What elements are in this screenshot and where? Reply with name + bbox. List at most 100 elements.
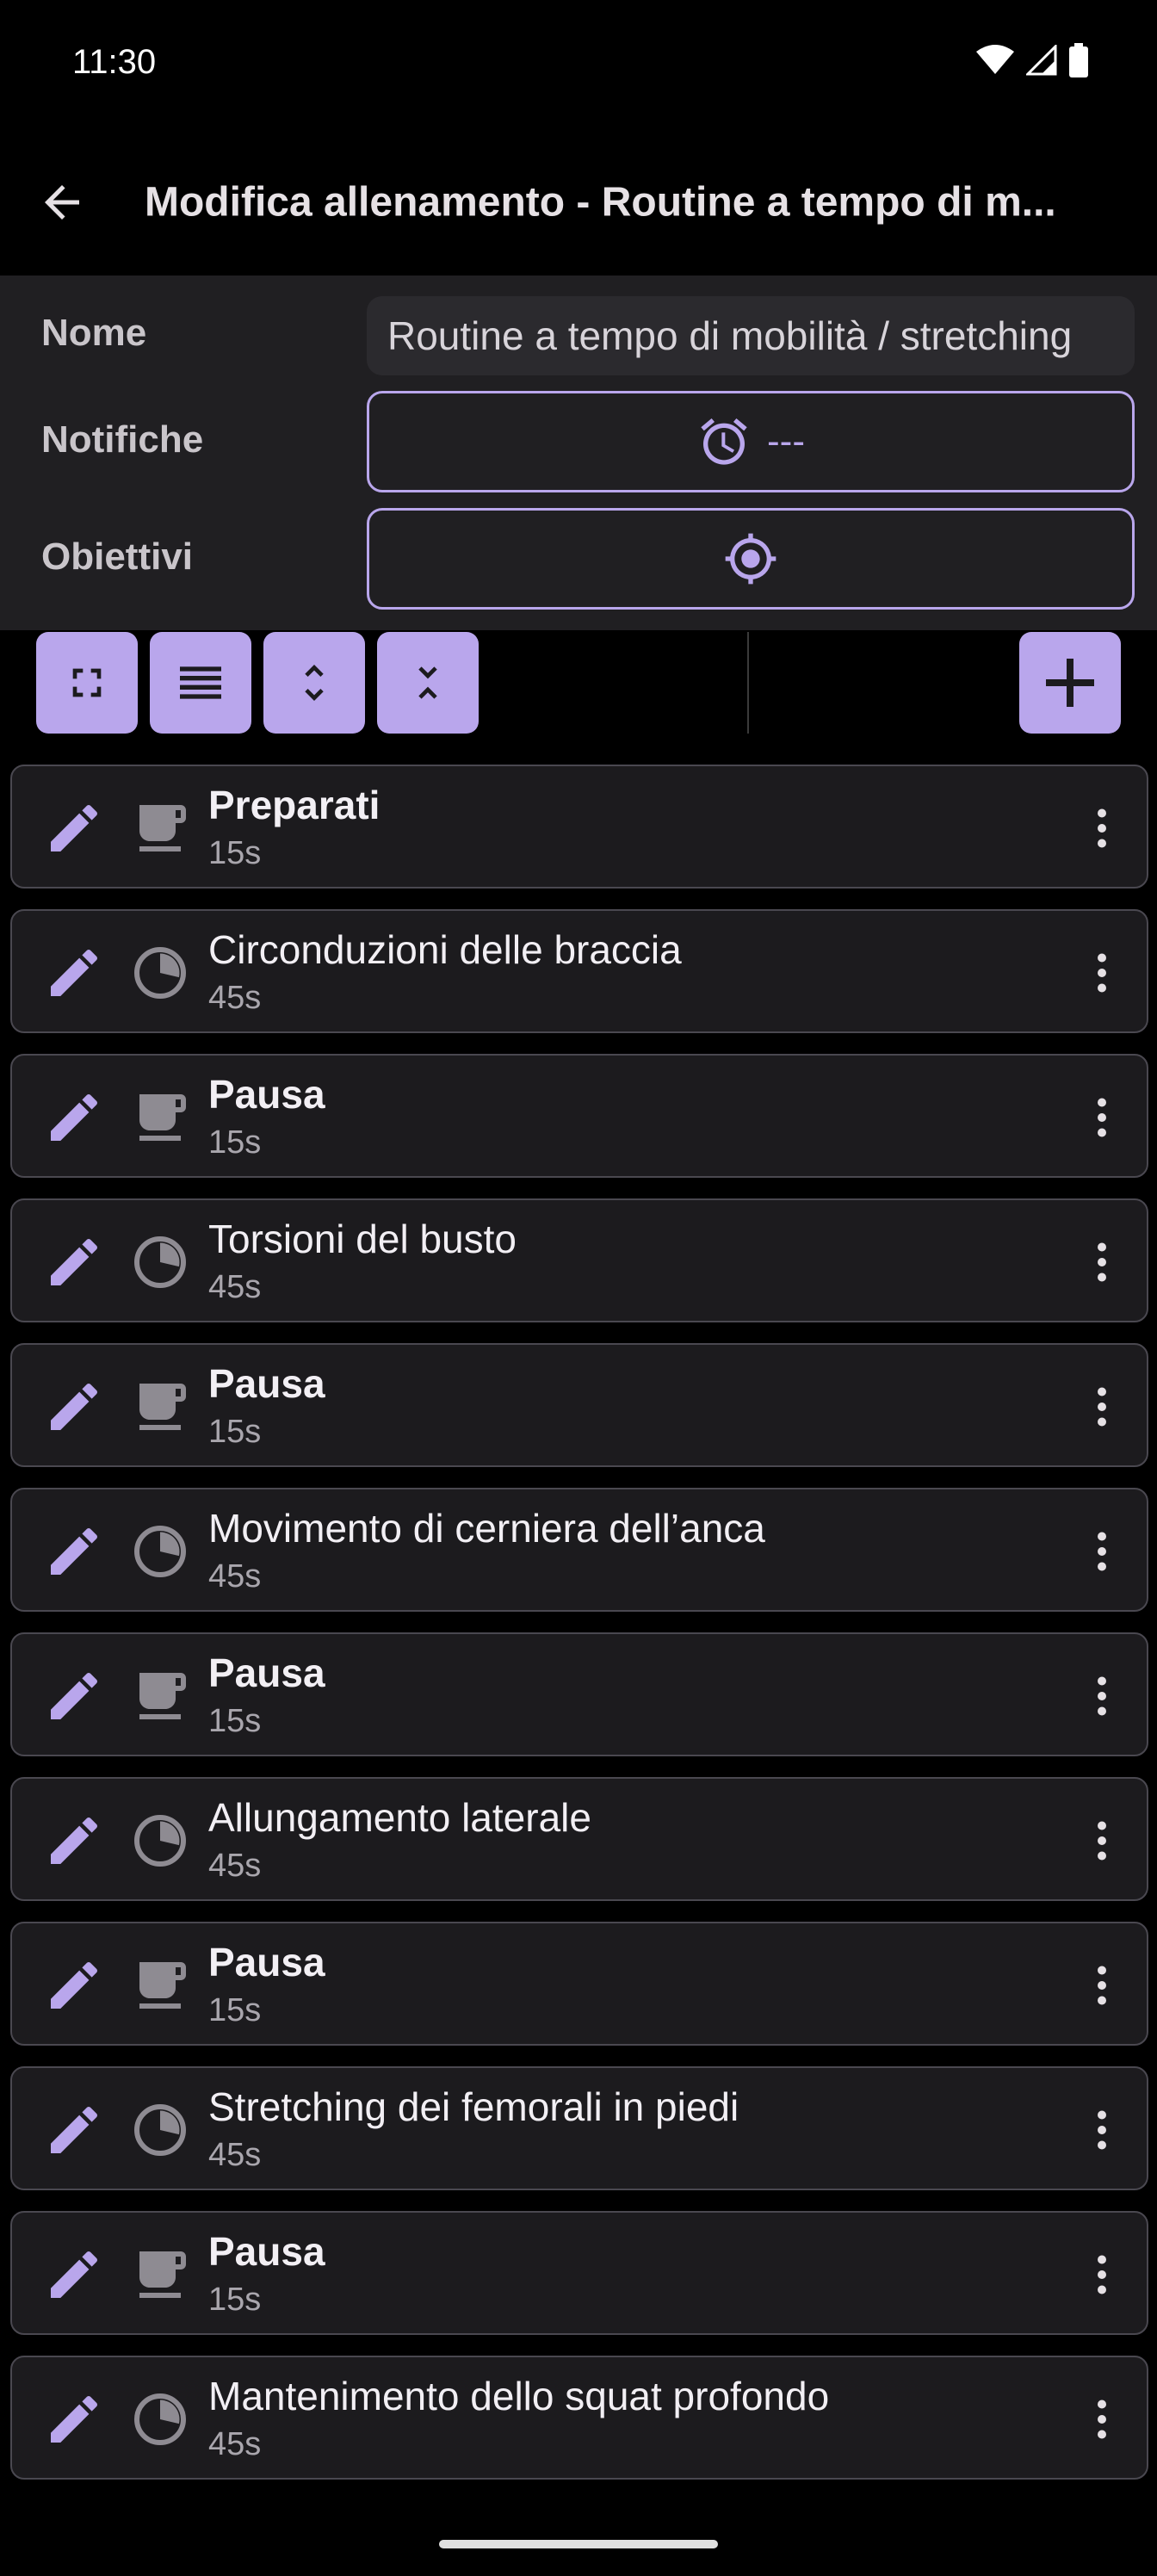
list-item[interactable]: Pausa 15s <box>10 1632 1148 1756</box>
goals-label: Obiettivi <box>41 536 194 578</box>
battery-icon <box>1069 43 1088 77</box>
list-item[interactable]: Pausa 15s <box>10 1922 1148 2046</box>
list-item[interactable]: Pausa 15s <box>10 1343 1148 1467</box>
item-duration: 15s <box>208 1414 262 1450</box>
more-vert-icon[interactable] <box>1076 1520 1128 1582</box>
name-label: Nome <box>41 312 147 354</box>
fullscreen-icon <box>72 668 102 697</box>
more-vert-icon[interactable] <box>1076 797 1128 859</box>
item-title: Pausa <box>208 1072 325 1117</box>
edit-icon[interactable] <box>43 1231 105 1293</box>
list-item[interactable]: Pausa 15s <box>10 1054 1148 1178</box>
app-bar: Modifica allenamento - Routine a tempo d… <box>0 129 1157 276</box>
item-duration: 15s <box>208 1992 262 2028</box>
coffee-cup-icon <box>129 797 191 859</box>
timer-icon <box>129 2388 191 2450</box>
edit-icon[interactable] <box>43 2388 105 2450</box>
back-button[interactable] <box>28 168 96 237</box>
more-vert-icon[interactable] <box>1076 1231 1128 1293</box>
collapse-all-button[interactable] <box>377 632 479 734</box>
status-bar: 11:30 <box>0 0 1157 129</box>
notifications-label: Notifiche <box>41 418 204 461</box>
expand-all-button[interactable] <box>263 632 365 734</box>
edit-icon[interactable] <box>43 1520 105 1582</box>
list-item[interactable]: Allungamento laterale 45s <box>10 1777 1148 1901</box>
edit-icon[interactable] <box>43 1376 105 1438</box>
home-indicator[interactable] <box>439 2540 718 2548</box>
list-item[interactable]: Stretching dei femorali in piedi 45s <box>10 2066 1148 2190</box>
more-vert-icon[interactable] <box>1076 2099 1128 2161</box>
item-title: Pausa <box>208 1940 325 1985</box>
item-duration: 15s <box>208 2282 262 2318</box>
item-title: Pausa <box>208 1361 325 1406</box>
add-button[interactable] <box>1019 632 1121 734</box>
status-time: 11:30 <box>72 43 157 81</box>
timer-icon <box>129 942 191 1004</box>
notifications-button[interactable]: --- <box>367 391 1135 492</box>
more-vert-icon[interactable] <box>1076 942 1128 1004</box>
item-duration: 45s <box>208 2137 262 2173</box>
edit-icon[interactable] <box>43 1665 105 1727</box>
list-item[interactable]: Preparati 15s <box>10 765 1148 889</box>
item-title: Torsioni del busto <box>208 1217 517 1261</box>
item-title: Movimento di cerniera dell’anca <box>208 1506 765 1551</box>
item-duration: 45s <box>208 1558 262 1595</box>
timer-icon <box>129 1520 191 1582</box>
list-item[interactable]: Pausa 15s <box>10 2211 1148 2335</box>
edit-icon[interactable] <box>43 1087 105 1149</box>
timer-icon <box>129 1810 191 1872</box>
item-title: Pausa <box>208 2229 325 2274</box>
item-title: Mantenimento dello squat profondo <box>208 2374 830 2418</box>
more-vert-icon[interactable] <box>1076 1376 1128 1438</box>
status-icons <box>976 43 1088 77</box>
edit-icon[interactable] <box>43 1810 105 1872</box>
more-vert-icon[interactable] <box>1076 1087 1128 1149</box>
edit-icon[interactable] <box>43 942 105 1004</box>
item-title: Pausa <box>208 1650 325 1695</box>
list-item[interactable]: Mantenimento dello squat profondo 45s <box>10 2356 1148 2480</box>
timer-icon <box>129 2099 191 2161</box>
list-item[interactable]: Torsioni del busto 45s <box>10 1198 1148 1322</box>
expand-icon <box>305 665 324 701</box>
item-title: Allungamento laterale <box>208 1795 591 1840</box>
more-vert-icon[interactable] <box>1076 1954 1128 2016</box>
more-vert-icon[interactable] <box>1076 2244 1128 2306</box>
item-duration: 15s <box>208 835 262 871</box>
page-title: Modifica allenamento - Routine a tempo d… <box>145 179 1056 226</box>
list-view-button[interactable] <box>150 632 251 734</box>
collapse-icon <box>418 666 437 699</box>
target-icon <box>725 533 776 585</box>
goals-button[interactable] <box>367 508 1135 610</box>
item-title: Stretching dei femorali in piedi <box>208 2084 739 2129</box>
timer-icon <box>129 1231 191 1293</box>
coffee-cup-icon <box>129 1665 191 1727</box>
item-title: Preparati <box>208 783 381 827</box>
more-vert-icon[interactable] <box>1076 1665 1128 1727</box>
notifications-value: --- <box>767 420 805 462</box>
coffee-cup-icon <box>129 1954 191 2016</box>
wifi-icon <box>976 45 1014 74</box>
toolbar-divider <box>747 632 749 734</box>
edit-icon[interactable] <box>43 1954 105 2016</box>
coffee-cup-icon <box>129 1087 191 1149</box>
fullscreen-button[interactable] <box>36 632 138 734</box>
more-vert-icon[interactable] <box>1076 1810 1128 1872</box>
edit-icon[interactable] <box>43 2099 105 2161</box>
workout-form: Nome Routine a tempo di mobilità / stret… <box>0 276 1157 630</box>
item-duration: 45s <box>208 1848 262 1884</box>
coffee-cup-icon <box>129 1376 191 1438</box>
edit-icon[interactable] <box>43 797 105 859</box>
signal-icon <box>1026 45 1057 76</box>
coffee-cup-icon <box>129 2244 191 2306</box>
item-duration: 45s <box>208 980 262 1016</box>
list-item[interactable]: Movimento di cerniera dell’anca 45s <box>10 1488 1148 1612</box>
more-vert-icon[interactable] <box>1076 2388 1128 2450</box>
name-input[interactable]: Routine a tempo di mobilità / stretching <box>367 296 1135 375</box>
arrow-back-icon <box>45 185 79 220</box>
edit-icon[interactable] <box>43 2244 105 2306</box>
item-title: Circonduzioni delle braccia <box>208 927 682 972</box>
plus-icon <box>1046 659 1094 707</box>
item-duration: 15s <box>208 1124 262 1161</box>
list-item[interactable]: Circonduzioni delle braccia 45s <box>10 909 1148 1033</box>
item-duration: 15s <box>208 1703 262 1739</box>
